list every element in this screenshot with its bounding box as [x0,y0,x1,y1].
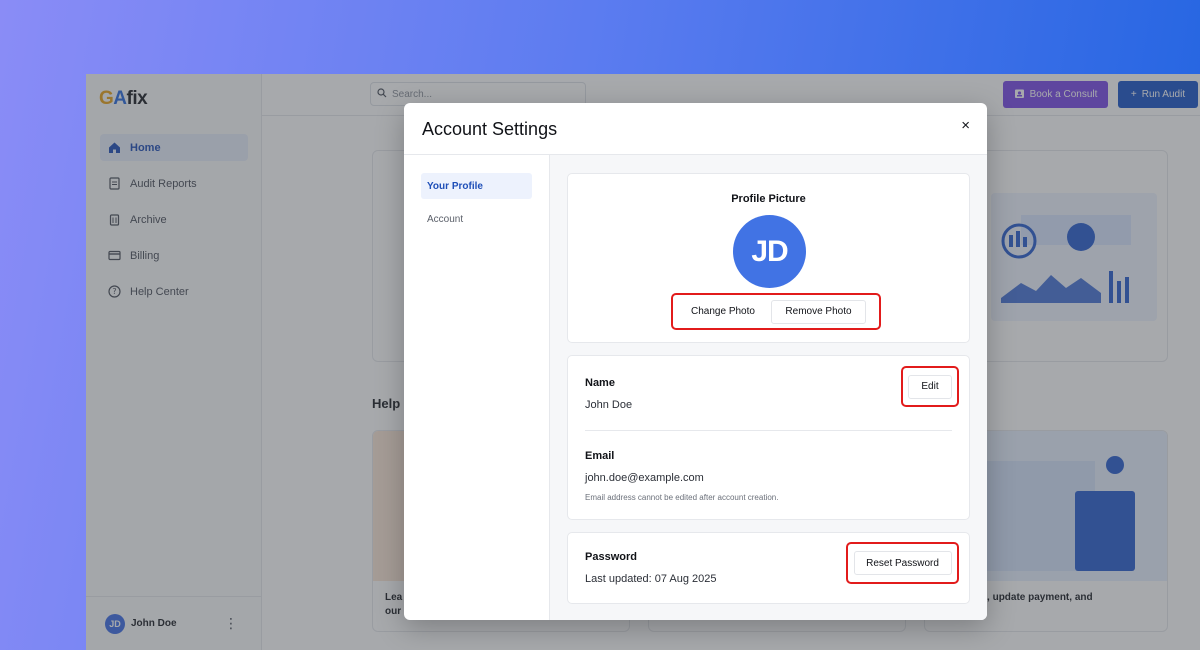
modal-title: Account Settings [422,119,558,139]
password-label: Password [585,551,637,563]
email-note: Email address cannot be edited after acc… [585,493,779,502]
settings-content: Profile Picture JD Change Photo Remove P… [550,155,987,620]
profile-picture-panel: Profile Picture JD Change Photo Remove P… [567,173,970,343]
password-last-updated: Last updated: 07 Aug 2025 [585,573,717,585]
close-icon[interactable]: × [961,117,970,134]
change-photo-button[interactable]: Change Photo [677,299,769,324]
tab-account[interactable]: Account [421,206,532,232]
remove-photo-button[interactable]: Remove Photo [771,299,866,324]
reset-password-highlight: Reset Password [846,542,959,584]
name-label: Name [585,377,615,389]
avatar: JD [733,215,806,288]
profile-picture-title: Profile Picture [731,193,806,205]
email-value: john.doe@example.com [585,472,704,484]
reset-password-button[interactable]: Reset Password [853,551,952,575]
settings-nav: Your Profile Account [404,155,550,620]
divider [585,430,952,431]
tab-your-profile[interactable]: Your Profile [421,173,532,199]
email-label: Email [585,450,615,462]
edit-name-button[interactable]: Edit [908,374,952,399]
account-settings-modal: Account Settings × Your Profile Account … [404,103,987,620]
password-panel: Password Last updated: 07 Aug 2025 Reset… [567,532,970,604]
personal-info-panel: Name John Doe Edit Email john.doe@exampl… [567,355,970,520]
name-value: John Doe [585,399,633,411]
photo-actions-highlight: Change Photo Remove Photo [671,293,881,330]
edit-highlight: Edit [901,366,959,407]
modal-header: Account Settings × [404,103,987,155]
